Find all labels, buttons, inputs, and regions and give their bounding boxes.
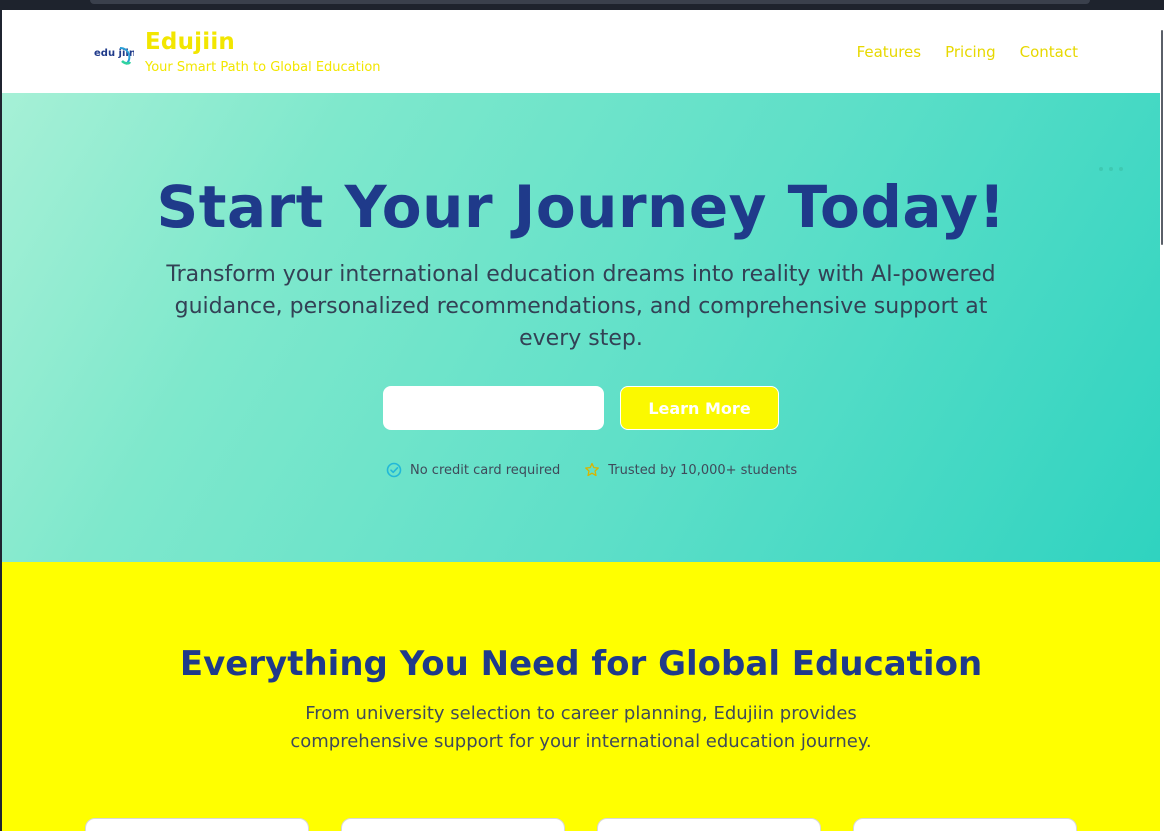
hero-section: Start Your Journey Today! Transform your… [2, 93, 1160, 562]
nav-features-link[interactable]: Features [857, 43, 922, 61]
email-input[interactable] [383, 386, 604, 430]
feature-card[interactable] [853, 818, 1077, 831]
star-icon [585, 462, 600, 477]
brand-tagline: Your Smart Path to Global Education [145, 60, 381, 75]
hero-title: Start Your Journey Today! [156, 173, 1006, 241]
features-subtitle: From university selection to career plan… [290, 703, 872, 752]
nav-pricing-link[interactable]: Pricing [945, 43, 996, 61]
main-nav: Features Pricing Contact [857, 43, 1078, 61]
features-title: Everything You Need for Global Education [179, 644, 983, 684]
feature-card[interactable] [341, 818, 565, 831]
address-bar[interactable] [90, 0, 1090, 4]
dot [1099, 167, 1103, 171]
page: edu jiin Edujiin Your Smart Path to Glob… [2, 10, 1160, 831]
trust-badges: No credit card required Trusted by 10,00… [386, 462, 797, 478]
feature-cards [85, 818, 1077, 831]
trust-students: Trusted by 10,000+ students [584, 462, 797, 478]
learn-more-button[interactable]: Learn More [620, 386, 779, 430]
site-header: edu jiin Edujiin Your Smart Path to Glob… [2, 10, 1160, 93]
features-section: Everything You Need for Global Education… [2, 562, 1160, 831]
decorative-dots [1099, 167, 1123, 171]
check-circle-icon [386, 462, 402, 478]
scrollbar-thumb[interactable] [1161, 30, 1163, 245]
browser-top-strip [0, 0, 1164, 10]
hero-subtitle: Transform your international education d… [166, 262, 996, 351]
nav-contact-link[interactable]: Contact [1020, 43, 1078, 61]
scrollbar[interactable] [1160, 10, 1164, 831]
feature-card[interactable] [597, 818, 821, 831]
trust-no-credit-card: No credit card required [386, 462, 560, 478]
edujiin-logo[interactable]: edu jiin [90, 34, 134, 70]
trust-text: No credit card required [410, 462, 561, 478]
brand-name[interactable]: Edujiin [145, 29, 235, 55]
feature-card[interactable] [85, 818, 309, 831]
dot [1119, 167, 1123, 171]
dot [1109, 167, 1113, 171]
trust-text: Trusted by 10,000+ students [608, 462, 798, 478]
